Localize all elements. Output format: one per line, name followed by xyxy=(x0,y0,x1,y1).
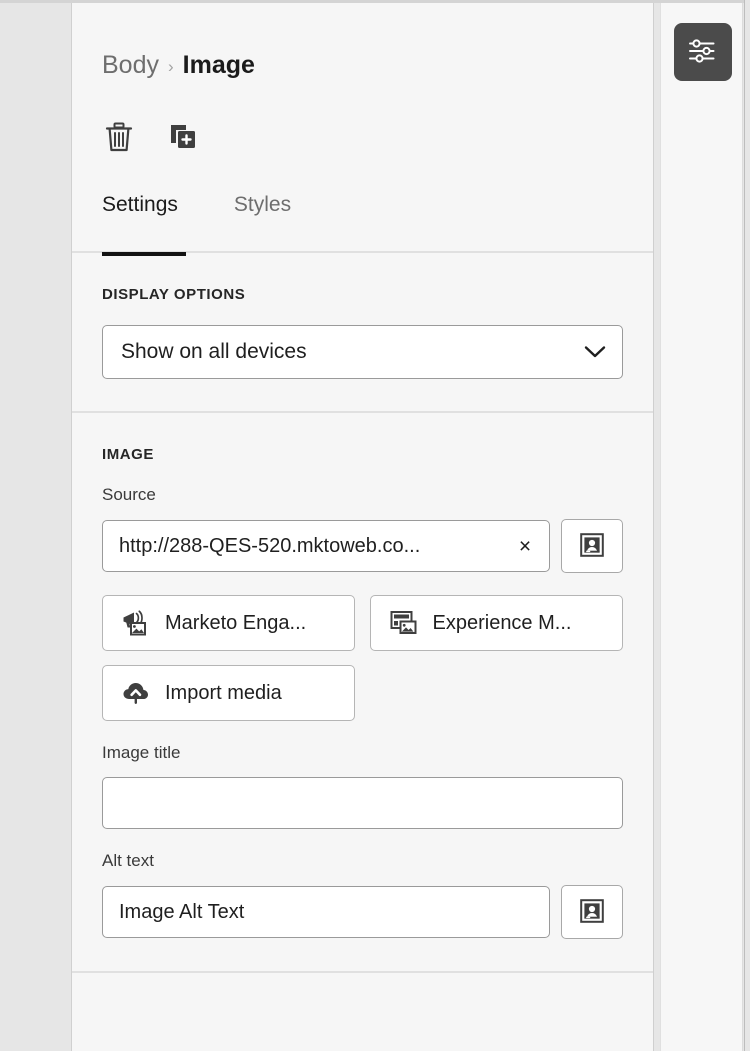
breadcrumb: Body › Image xyxy=(102,53,255,78)
next-section-stub xyxy=(72,973,653,1033)
source-input[interactable]: http://288-QES-520.mktoweb.co... × xyxy=(102,520,550,572)
alt-text-label: Alt text xyxy=(102,851,154,870)
duplicate-icon xyxy=(167,121,199,156)
marketo-engage-button[interactable]: Marketo Enga... xyxy=(102,595,355,651)
display-options-title: DISPLAY OPTIONS xyxy=(102,286,246,303)
cloud-upload-icon xyxy=(121,679,151,707)
sliders-icon xyxy=(687,36,719,69)
panel-header: Body › Image Settings Styles xyxy=(72,3,653,256)
display-options-section: DISPLAY OPTIONS Show on all devices xyxy=(72,253,653,413)
window-right-edge xyxy=(744,0,750,1051)
personalization-token-icon xyxy=(578,897,606,928)
chevron-right-icon: › xyxy=(167,57,174,76)
alt-text-token-button[interactable] xyxy=(561,885,623,939)
app-root: Body › Image Settings Styles DISPLAY OPT… xyxy=(0,0,750,1051)
right-rail xyxy=(660,3,743,1051)
image-section-title: IMAGE xyxy=(102,446,154,463)
import-media-button[interactable]: Import media xyxy=(102,665,355,721)
panel-toggle-button[interactable] xyxy=(674,23,732,81)
trash-icon xyxy=(104,121,134,156)
personalization-token-icon xyxy=(578,531,606,562)
breadcrumb-item-current: Image xyxy=(182,51,255,79)
source-input-value: http://288-QES-520.mktoweb.co... xyxy=(119,534,421,557)
panel-tabs: Settings Styles xyxy=(102,193,291,217)
delete-button[interactable] xyxy=(102,121,136,155)
duplicate-button[interactable] xyxy=(166,121,200,155)
image-source-buttons-row-1: Marketo Enga... Experience M... xyxy=(102,595,623,651)
experience-manager-label: Experience M... xyxy=(432,611,572,634)
experience-manager-button[interactable]: Experience M... xyxy=(369,595,623,651)
clear-source-button[interactable]: × xyxy=(513,534,537,558)
source-token-button[interactable] xyxy=(561,519,623,573)
element-settings-panel: Body › Image Settings Styles DISPLAY OPT… xyxy=(71,3,654,1051)
image-section: IMAGE Source http://288-QES-520.mktoweb.… xyxy=(72,413,653,973)
source-field-row: http://288-QES-520.mktoweb.co... × xyxy=(102,519,623,573)
experience-manager-assets-icon xyxy=(389,609,419,637)
image-title-label: Image title xyxy=(102,743,181,762)
chevron-down-icon xyxy=(584,345,606,359)
import-media-label: Import media xyxy=(165,681,282,704)
marketo-engage-image-icon xyxy=(121,609,151,637)
marketo-engage-label: Marketo Enga... xyxy=(165,611,307,634)
alt-text-input[interactable]: Image Alt Text xyxy=(102,886,550,938)
alt-text-field-row: Image Alt Text xyxy=(102,885,623,939)
element-action-toolbar xyxy=(102,121,200,155)
display-options-select[interactable]: Show on all devices xyxy=(102,325,623,379)
image-source-buttons-row-2: Import media xyxy=(102,665,623,721)
breadcrumb-item-body[interactable]: Body xyxy=(102,53,159,78)
tab-settings[interactable]: Settings xyxy=(102,193,206,217)
display-options-value: Show on all devices xyxy=(121,340,307,363)
tab-styles[interactable]: Styles xyxy=(206,193,291,217)
image-title-input[interactable] xyxy=(102,777,623,829)
source-label: Source xyxy=(102,485,156,504)
alt-text-value: Image Alt Text xyxy=(119,900,245,923)
